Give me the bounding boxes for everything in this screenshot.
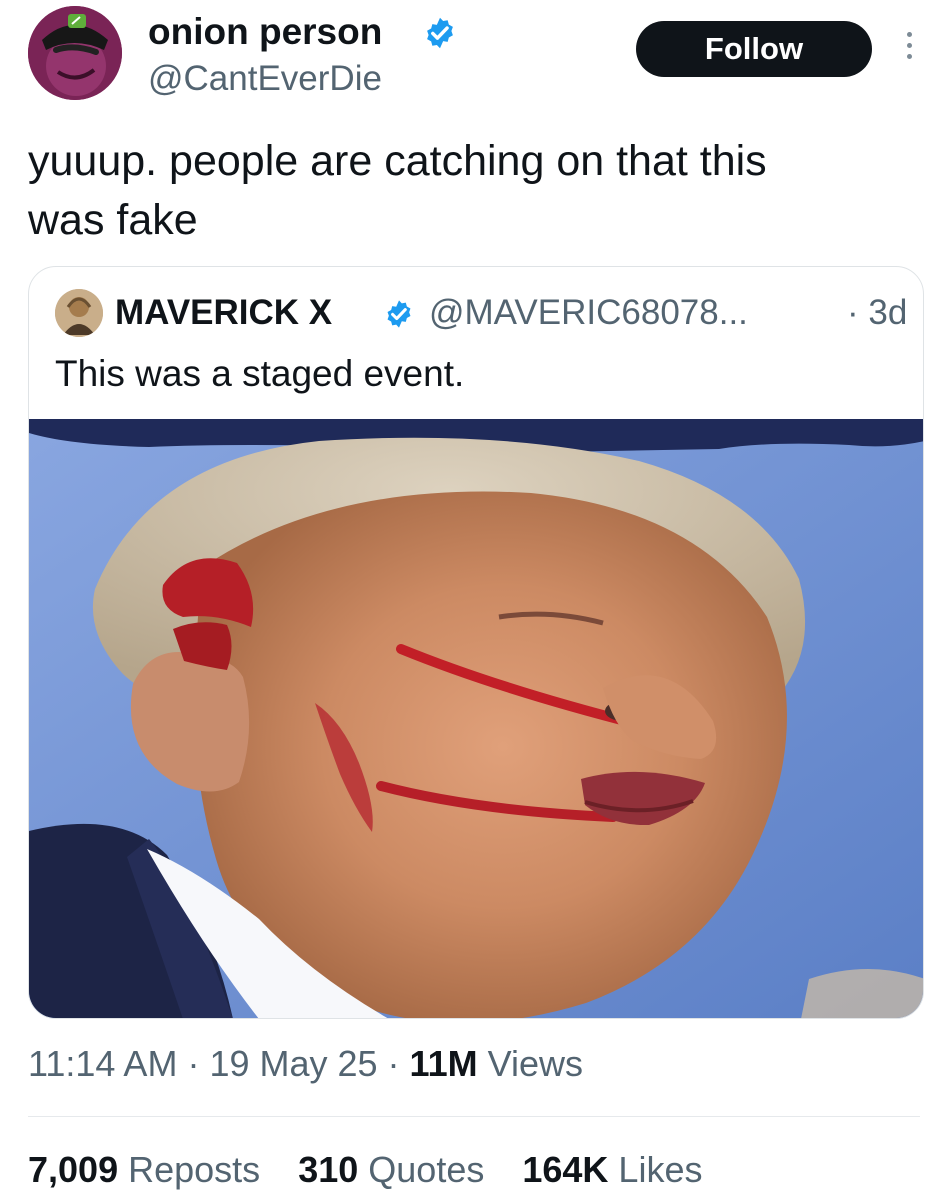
likes-label: Likes: [608, 1149, 703, 1190]
reposts-count: 7,009: [28, 1149, 119, 1190]
post-date[interactable]: 19 May 25: [209, 1043, 377, 1084]
more-options-icon[interactable]: [902, 32, 916, 66]
meta-separator: ·: [377, 1043, 410, 1084]
verified-badge-icon: [387, 300, 411, 328]
quotes-label: Quotes: [358, 1149, 485, 1190]
author-display-name[interactable]: onion person: [148, 10, 382, 54]
reposts-stat[interactable]: 7,009 Reposts: [28, 1149, 260, 1190]
quoted-avatar-illustration: [55, 289, 103, 337]
quoted-display-name[interactable]: MAVERICK X: [115, 291, 332, 335]
author-avatar[interactable]: [28, 6, 122, 100]
quoted-photo[interactable]: [29, 419, 923, 1018]
reposts-label: Reposts: [118, 1149, 261, 1190]
likes-stat[interactable]: 164K Likes: [522, 1149, 702, 1190]
quotes-count: 310: [298, 1149, 359, 1190]
quoted-text: This was a staged event.: [55, 353, 465, 394]
author-handle[interactable]: @CantEverDie: [148, 58, 382, 100]
post-text: yuuup. people are catching on that this …: [28, 137, 767, 244]
avatar-illustration: [28, 6, 122, 100]
quotes-stat[interactable]: 310 Quotes: [298, 1149, 484, 1190]
quoted-timestamp[interactable]: · 3d: [847, 291, 907, 335]
quoted-tweet-card[interactable]: MAVERICK X @MAVERIC68078... · 3d This wa…: [28, 266, 924, 1019]
post-meta: 11:14 AM · 19 May 25 · 11M Views: [28, 1040, 583, 1088]
likes-count: 164K: [522, 1149, 609, 1190]
photo-illustration: [29, 419, 923, 1018]
quoted-author-avatar[interactable]: [55, 289, 103, 337]
post-time[interactable]: 11:14 AM: [28, 1043, 177, 1084]
verified-badge-icon: [427, 17, 453, 49]
follow-button[interactable]: Follow: [636, 21, 872, 77]
stats-divider: [28, 1116, 920, 1117]
engagement-stats: 7,009 Reposts 310 Quotes 164K Likes: [28, 1146, 730, 1194]
meta-separator: ·: [177, 1043, 210, 1084]
quoted-handle[interactable]: @MAVERIC68078...: [429, 291, 748, 335]
views-count[interactable]: 11M: [410, 1043, 478, 1084]
views-label[interactable]: Views: [478, 1043, 583, 1084]
